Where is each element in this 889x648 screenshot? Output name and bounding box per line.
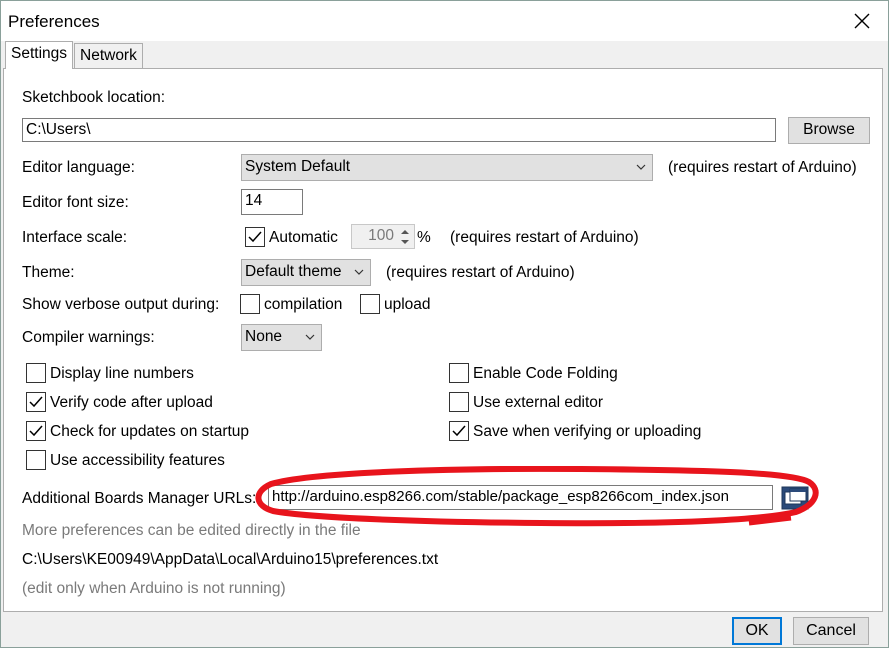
window-list-icon: [781, 486, 809, 510]
spin-up-icon[interactable]: [398, 227, 412, 237]
tab-strip: Settings Network: [1, 41, 888, 69]
code-folding-checkbox[interactable]: [449, 363, 469, 383]
edit-note: (edit only when Arduino is not running): [22, 580, 286, 597]
font-size-field[interactable]: 14: [241, 189, 303, 215]
title-bar: Preferences: [1, 1, 888, 41]
save-when-verifying-checkbox[interactable]: [449, 421, 469, 441]
spin-down-icon[interactable]: [398, 237, 412, 247]
code-folding-label: Enable Code Folding: [473, 365, 618, 382]
boards-urls-label: Additional Boards Manager URLs:: [22, 490, 257, 507]
theme-note: (requires restart of Arduino): [386, 264, 575, 281]
editor-language-label: Editor language:: [22, 159, 135, 176]
automatic-scale-label: Automatic: [269, 229, 338, 246]
font-size-label: Editor font size:: [22, 194, 129, 211]
check-updates-label: Check for updates on startup: [50, 423, 250, 440]
verify-after-upload-label: Verify code after upload: [50, 394, 213, 411]
editor-language-select[interactable]: System Default: [241, 154, 653, 181]
automatic-scale-checkbox[interactable]: [245, 227, 265, 247]
compilation-label: compilation: [264, 296, 343, 313]
verify-after-upload-checkbox[interactable]: [26, 392, 46, 412]
preferences-dialog: Preferences Settings Network Sketchbook …: [0, 0, 889, 648]
check-updates-checkbox[interactable]: [26, 421, 46, 441]
scale-value: 100: [368, 227, 394, 244]
sketchbook-label: Sketchbook location:: [22, 89, 166, 106]
checkmark-icon: [452, 425, 466, 437]
chevron-down-icon: [354, 269, 364, 275]
boards-urls-edit-button[interactable]: [781, 486, 809, 510]
verbose-label: Show verbose output during:: [22, 296, 220, 313]
chevron-down-icon: [305, 334, 315, 340]
compiler-warnings-label: Compiler warnings:: [22, 329, 155, 346]
editor-language-value: System Default: [245, 158, 351, 175]
accessibility-checkbox[interactable]: [26, 450, 46, 470]
theme-select[interactable]: Default theme: [241, 259, 371, 286]
display-line-numbers-label: Display line numbers: [50, 365, 194, 382]
boards-urls-field[interactable]: http://arduino.esp8266.com/stable/packag…: [268, 485, 773, 510]
close-icon: [854, 13, 870, 29]
checkmark-icon: [248, 231, 262, 243]
cancel-button[interactable]: Cancel: [793, 617, 869, 645]
verbose-upload-checkbox[interactable]: [360, 294, 380, 314]
browse-button[interactable]: Browse: [788, 117, 870, 144]
percent-sign: %: [417, 229, 431, 246]
compiler-warnings-select[interactable]: None: [241, 324, 322, 351]
theme-label: Theme:: [22, 264, 75, 281]
external-editor-checkbox[interactable]: [449, 392, 469, 412]
checkmark-icon: [29, 396, 43, 408]
preferences-file-path: C:\Users\KE00949\AppData\Local\Arduino15…: [22, 551, 439, 568]
interface-scale-label: Interface scale:: [22, 229, 128, 246]
checkmark-icon: [29, 425, 43, 437]
compiler-warnings-value: None: [245, 328, 283, 345]
sketchbook-location-field[interactable]: C:\Users\: [22, 118, 776, 142]
ok-button[interactable]: OK: [732, 617, 782, 645]
more-preferences-note: More preferences can be edited directly …: [22, 522, 361, 539]
tab-settings[interactable]: Settings: [5, 41, 74, 69]
editor-language-note: (requires restart of Arduino): [668, 159, 857, 176]
window-title: Preferences: [8, 12, 100, 31]
close-button[interactable]: [850, 9, 874, 33]
interface-scale-note: (requires restart of Arduino): [450, 229, 639, 246]
settings-panel: Sketchbook location: C:\Users\ Browse Ed…: [3, 68, 883, 612]
verbose-compilation-checkbox[interactable]: [240, 294, 260, 314]
accessibility-label: Use accessibility features: [50, 452, 225, 469]
tab-network[interactable]: Network: [74, 43, 143, 69]
external-editor-label: Use external editor: [473, 394, 604, 411]
scale-spinner[interactable]: 100: [351, 224, 415, 249]
theme-value: Default theme: [245, 263, 342, 280]
chevron-down-icon: [636, 164, 646, 170]
upload-label: upload: [384, 296, 431, 313]
save-when-verifying-label: Save when verifying or uploading: [473, 423, 702, 440]
display-line-numbers-checkbox[interactable]: [26, 363, 46, 383]
